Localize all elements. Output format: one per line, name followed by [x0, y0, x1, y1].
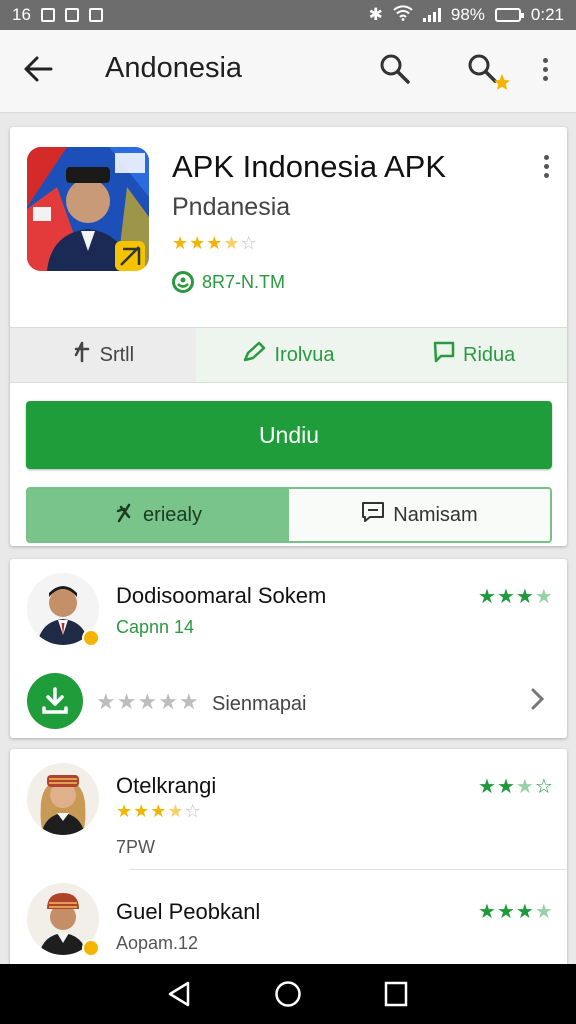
footer-text: Sienmapai	[212, 693, 307, 715]
signal-icon	[422, 8, 441, 22]
status-left-text: 16	[12, 5, 31, 24]
action-label: Ridua	[463, 343, 516, 366]
page-title: Andonesia	[105, 52, 243, 84]
battery-icon	[494, 8, 524, 22]
status-bar-left: 16	[12, 5, 103, 25]
footer-rating-stars: ★ ★ ★ ★ ★	[96, 689, 199, 715]
developer-rating-stars: ★ ★ ★ ★	[478, 584, 553, 609]
review-divider	[130, 869, 567, 870]
review-rating-stars: ★ ★ ★ ★ ☆	[116, 801, 201, 822]
toggle-label: eriealy	[143, 503, 202, 526]
star-icon: ★	[478, 776, 496, 798]
star-icon: ★	[496, 586, 515, 608]
star-icon: ★	[137, 689, 158, 714]
app-title: APK Indonesia APK	[172, 149, 447, 184]
app-overflow-menu-icon[interactable]	[544, 155, 550, 182]
status-time: 0:21	[530, 5, 564, 24]
star-icon: ★	[150, 801, 167, 821]
action-comment-button[interactable]: Ridua	[381, 328, 568, 382]
download-button[interactable]	[27, 673, 83, 729]
empty-star-icon: ☆	[184, 801, 201, 821]
review-meta: Aopam.12	[116, 933, 199, 953]
star-icon: ★	[172, 233, 189, 253]
status-bar: 16 ✱ 98% 0:21	[0, 0, 576, 30]
star-icon: ★	[478, 586, 496, 608]
comment-icon	[433, 341, 455, 369]
battery-percent: 98%	[450, 5, 485, 24]
action-label: Irolvua	[274, 343, 335, 366]
app-developer[interactable]: Pndanesia	[172, 193, 290, 222]
badge-icon	[172, 271, 194, 293]
wifi-icon	[393, 4, 413, 26]
star-icon: ★	[96, 689, 116, 714]
toggle-group: eriealy Namisam	[26, 487, 552, 543]
star-icon: ★	[133, 801, 150, 821]
star-icon: ★	[158, 689, 178, 714]
app-notification-icon	[88, 8, 103, 22]
half-star-icon: ★	[534, 901, 553, 923]
review-meta: 7PW	[116, 837, 156, 857]
nav-home-icon[interactable]	[274, 980, 302, 1013]
star-icon: ★	[496, 776, 515, 798]
verified-badge-icon	[82, 629, 100, 647]
search-star-icon[interactable]	[466, 52, 512, 99]
action-review-button[interactable]: Irolvua	[195, 328, 382, 382]
toggle-option-name[interactable]: Namisam	[289, 489, 550, 541]
star-icon: ★	[189, 233, 206, 253]
half-star-icon: ★	[534, 586, 553, 608]
review-green-stars: ★ ★ ★ ★	[478, 899, 553, 924]
back-arrow-icon[interactable]	[22, 54, 54, 89]
status-bar-right: ✱ 98% 0:21	[368, 4, 564, 26]
reviews-card: Otelkrangi ★ ★ ★ ★ ☆ 7PW ★ ★ ★ ☆ Guel Pe…	[10, 749, 567, 964]
star-icon: ★	[116, 801, 133, 821]
badge-text: 8R7-N.TM	[202, 271, 286, 292]
app-icon	[27, 147, 149, 271]
review-green-stars: ★ ★ ★ ☆	[478, 774, 553, 799]
app-badge: 8R7-N.TM	[172, 271, 285, 293]
half-star-icon: ★	[223, 233, 240, 253]
bluetooth-icon: ✱	[368, 5, 383, 24]
star-icon: ★	[515, 901, 534, 923]
developer-name[interactable]: Dodisoomaral Sokem	[116, 583, 326, 609]
star-icon: ★	[496, 901, 515, 923]
pin-icon	[72, 341, 92, 369]
verified-badge-icon	[82, 939, 100, 957]
star-icon: ★	[116, 689, 137, 714]
action-label: Srtll	[99, 343, 135, 366]
star-icon: ★	[206, 233, 223, 253]
sparkle-icon	[115, 501, 135, 529]
star-icon: ★	[515, 586, 534, 608]
download-icon	[42, 687, 68, 714]
nav-back-icon[interactable]	[166, 980, 192, 1013]
reviewer-avatar	[27, 763, 99, 835]
toggle-label: Namisam	[393, 503, 478, 526]
overflow-menu-icon[interactable]	[543, 58, 549, 85]
bag-icon	[64, 8, 79, 22]
search-icon[interactable]	[378, 52, 412, 91]
developer-sub: Capnn 14	[116, 617, 195, 637]
reviewer-name: Guel Peobkanl	[116, 899, 261, 924]
message-icon	[361, 501, 385, 529]
nav-recents-icon[interactable]	[384, 981, 408, 1012]
notification-icon	[40, 8, 55, 22]
app-bar: Andonesia	[0, 30, 576, 113]
toggle-option-early[interactable]: eriealy	[28, 489, 289, 541]
chevron-right-icon[interactable]	[530, 687, 546, 716]
action-row: Srtll Irolvua Ridua	[10, 327, 568, 383]
install-button[interactable]: Undiu	[26, 401, 552, 469]
reviewer-name: Otelkrangi	[116, 773, 217, 798]
star-icon: ★	[178, 689, 199, 714]
half-star-icon: ★	[515, 776, 534, 798]
empty-star-icon: ☆	[240, 233, 257, 253]
app-detail-card: APK Indonesia APK Pndanesia ★ ★ ★ ★ ☆ 8R…	[10, 127, 568, 546]
half-star-icon: ★	[167, 801, 184, 821]
star-icon: ★	[478, 901, 496, 923]
developer-card: Dodisoomaral Sokem Capnn 14 ★ ★ ★ ★ ★ ★ …	[10, 559, 567, 738]
system-nav-bar	[0, 964, 576, 1024]
app-rating-stars: ★ ★ ★ ★ ☆	[172, 233, 257, 254]
empty-star-icon: ☆	[534, 776, 553, 798]
pencil-icon	[242, 341, 266, 369]
action-share-button[interactable]: Srtll	[10, 328, 196, 382]
